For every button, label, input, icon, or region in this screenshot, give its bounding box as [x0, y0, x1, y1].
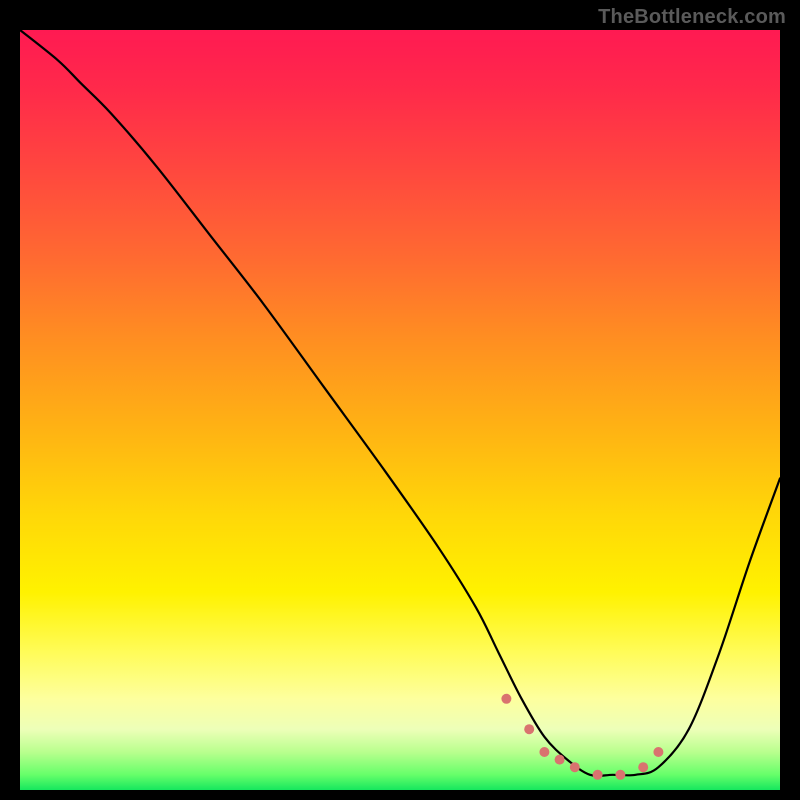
watermark-text: TheBottleneck.com	[598, 6, 786, 29]
valley-dot	[555, 755, 565, 765]
valley-dot	[653, 747, 663, 757]
valley-dot	[501, 694, 511, 704]
valley-dot	[615, 770, 625, 780]
valley-dot	[593, 770, 603, 780]
curve-svg	[20, 30, 780, 790]
chart-root: TheBottleneck.com	[0, 0, 800, 800]
bottleneck-curve	[20, 30, 780, 776]
valley-dot	[638, 762, 648, 772]
plot-area	[20, 30, 780, 790]
valley-dot	[539, 747, 549, 757]
valley-dot	[524, 724, 534, 734]
valley-dot	[570, 762, 580, 772]
